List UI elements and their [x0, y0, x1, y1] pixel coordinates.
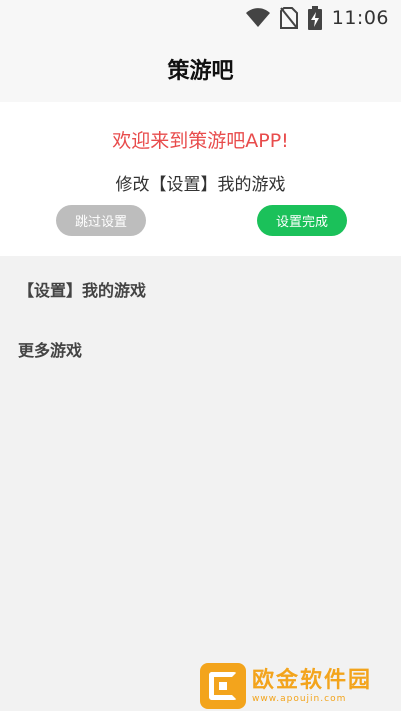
no-sim-icon [279, 7, 298, 29]
welcome-subtitle: 修改【设置】我的游戏 [115, 175, 286, 195]
watermark: 欧金软件园 www.apoujin.com [200, 660, 401, 711]
welcome-card: 欢迎来到策游吧APP! 修改【设置】我的游戏 跳过设置 设置完成 [0, 102, 401, 256]
status-bar: 11:06 [0, 0, 401, 36]
watermark-url: www.apoujin.com [252, 693, 347, 704]
skip-setup-button[interactable]: 跳过设置 [56, 205, 146, 236]
page-title: 策游吧 [167, 59, 234, 84]
watermark-logo-icon [200, 662, 246, 709]
status-time: 11:06 [331, 7, 389, 29]
section-my-games[interactable]: 【设置】我的游戏 [18, 277, 146, 301]
app-bar: 策游吧 [0, 36, 401, 102]
finish-setup-button[interactable]: 设置完成 [257, 205, 347, 236]
section-more-games[interactable]: 更多游戏 [18, 337, 82, 361]
wifi-icon [245, 8, 270, 27]
battery-charging-icon [307, 6, 322, 30]
watermark-text: 欧金软件园 www.apoujin.com [252, 668, 372, 704]
welcome-headline: 欢迎来到策游吧APP! [112, 130, 289, 152]
watermark-title: 欧金软件园 [252, 667, 373, 693]
